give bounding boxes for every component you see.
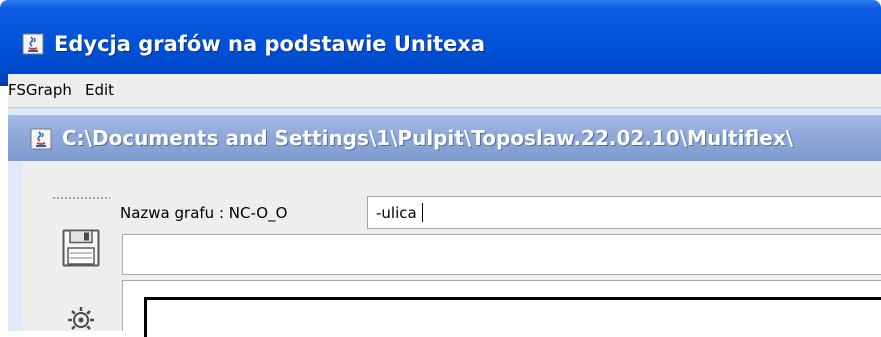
text-caret xyxy=(422,203,423,222)
graph-path-field[interactable] xyxy=(122,234,881,275)
graph-name-input[interactable] xyxy=(367,196,881,229)
java-app-icon xyxy=(30,128,52,154)
java-app-icon xyxy=(22,33,44,59)
menubar: FSGraph Edit xyxy=(8,74,881,108)
menu-fsgraph[interactable]: FSGraph xyxy=(8,81,72,99)
graph-canvas[interactable] xyxy=(144,297,881,337)
toolbar-grip[interactable] xyxy=(52,197,110,199)
internal-frame-titlebar[interactable]: C:\Documents and Settings\1\Pulpit\Topos… xyxy=(8,115,881,161)
internal-frame-title: C:\Documents and Settings\1\Pulpit\Topos… xyxy=(62,126,794,150)
window-title: Edycja grafów na podstawie Unitexa xyxy=(54,32,486,56)
gear-icon[interactable] xyxy=(64,303,98,337)
save-icon[interactable] xyxy=(62,229,100,271)
graph-name-label: Nazwa grafu : NC-O_O xyxy=(120,204,288,222)
menu-edit[interactable]: Edit xyxy=(85,81,114,99)
